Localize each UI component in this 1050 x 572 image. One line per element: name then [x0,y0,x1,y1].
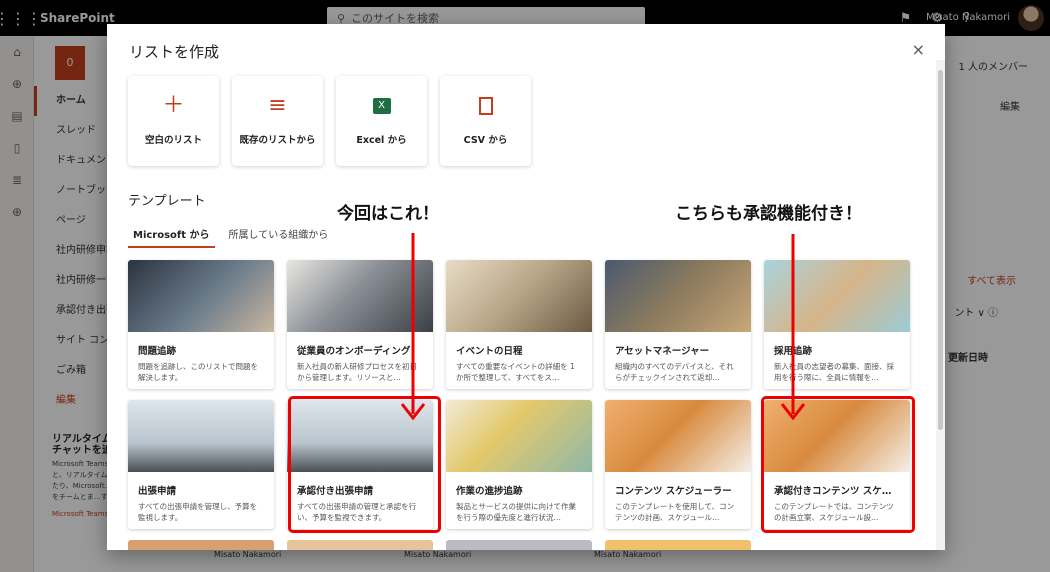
annotation-arrows [400,233,806,421]
create-list-dialog: リストを作成 × ＋ 空白のリスト ≡ 既存のリストから X Excel から … [107,24,945,550]
